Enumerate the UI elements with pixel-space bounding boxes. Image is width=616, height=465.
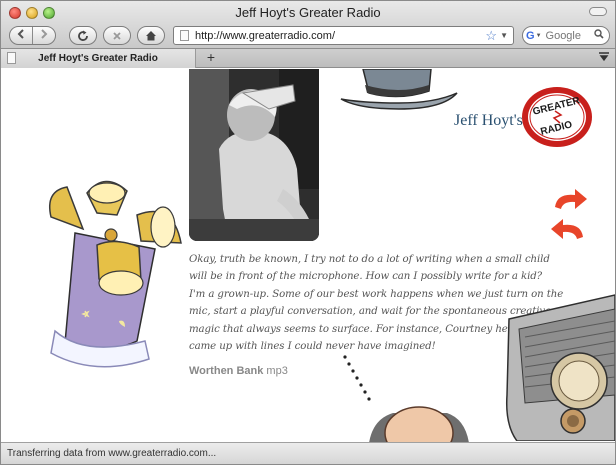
chevron-right-icon bbox=[41, 29, 48, 39]
home-icon bbox=[146, 31, 156, 41]
bookmark-star-icon[interactable]: ☆ bbox=[485, 28, 497, 44]
history-dropdown-icon[interactable]: ▼ bbox=[500, 31, 508, 40]
search-engine-dropdown-icon[interactable]: ▼ bbox=[536, 33, 542, 39]
search-field[interactable]: G ▼ Google bbox=[522, 26, 610, 45]
google-icon[interactable]: G bbox=[526, 30, 535, 42]
tab-label: Jeff Hoyt's Greater Radio bbox=[38, 53, 158, 64]
toolbar-toggle-button[interactable] bbox=[589, 7, 607, 16]
paragraph-line: I'm a grown-up. Some of our best work ha… bbox=[189, 288, 564, 300]
paragraph-line: will be in front of the microphone. How … bbox=[189, 271, 543, 283]
window-title: Jeff Hoyt's Greater Radio bbox=[235, 5, 381, 20]
search-placeholder: Google bbox=[545, 29, 581, 42]
paragraph-line: Okay, truth be known, I try not to do a … bbox=[189, 254, 550, 265]
forward-button[interactable] bbox=[33, 29, 55, 42]
status-text: Transferring data from www.greaterradio.… bbox=[7, 448, 217, 459]
next-arrow-icon[interactable] bbox=[553, 189, 589, 211]
tab-greater-radio[interactable]: Jeff Hoyt's Greater Radio bbox=[1, 49, 196, 68]
chevron-left-icon bbox=[17, 29, 24, 39]
new-tab-button[interactable]: + bbox=[200, 50, 222, 66]
story-paragraph: Okay, truth be known, I try not to do a … bbox=[189, 251, 564, 355]
reload-button[interactable] bbox=[69, 26, 97, 45]
wizard-hat-bells-illustration bbox=[49, 180, 182, 368]
audio-format[interactable]: mp3 bbox=[266, 365, 287, 377]
stop-icon bbox=[113, 31, 121, 40]
vintage-radio-illustration bbox=[505, 294, 615, 441]
tab-bar: Jeff Hoyt's Greater Radio + bbox=[1, 49, 615, 68]
address-bar[interactable]: http://www.greaterradio.com/ ☆ ▼ bbox=[173, 26, 514, 45]
previous-arrow-icon[interactable] bbox=[549, 219, 585, 241]
paragraph-line: mic, start a playful conversation, and w… bbox=[189, 306, 552, 318]
search-icon bbox=[594, 29, 604, 42]
bald-head-illustration bbox=[369, 406, 469, 442]
tab-overflow-menu-icon[interactable] bbox=[597, 52, 611, 64]
child-photo bbox=[189, 69, 319, 241]
page-icon bbox=[180, 30, 189, 41]
audio-link[interactable]: Worthen Bank mp3 bbox=[189, 365, 288, 377]
status-bar: Transferring data from www.greaterradio.… bbox=[1, 442, 615, 464]
back-forward-control bbox=[9, 26, 56, 45]
home-button[interactable] bbox=[137, 26, 165, 45]
stop-button[interactable] bbox=[103, 26, 131, 45]
web-content: Jeff Hoyt's GREATER RADIO Okay, truth be… bbox=[1, 69, 615, 442]
title-toolbar: Jeff Hoyt's Greater Radio http://www.gre… bbox=[1, 1, 615, 49]
logo-name-text: Jeff Hoyt's bbox=[454, 112, 523, 129]
greater-radio-logo-badge[interactable]: GREATER RADIO bbox=[521, 85, 593, 149]
back-button[interactable] bbox=[10, 29, 32, 42]
reload-icon bbox=[78, 30, 88, 41]
page-icon bbox=[7, 52, 16, 64]
browser-window: Jeff Hoyt's Greater Radio http://www.gre… bbox=[0, 0, 616, 465]
paragraph-line: magic that always seems to surface. For … bbox=[189, 323, 519, 335]
url-text[interactable]: http://www.greaterradio.com/ bbox=[195, 30, 485, 42]
top-hat-illustration bbox=[340, 69, 458, 110]
audio-title[interactable]: Worthen Bank bbox=[189, 365, 263, 377]
